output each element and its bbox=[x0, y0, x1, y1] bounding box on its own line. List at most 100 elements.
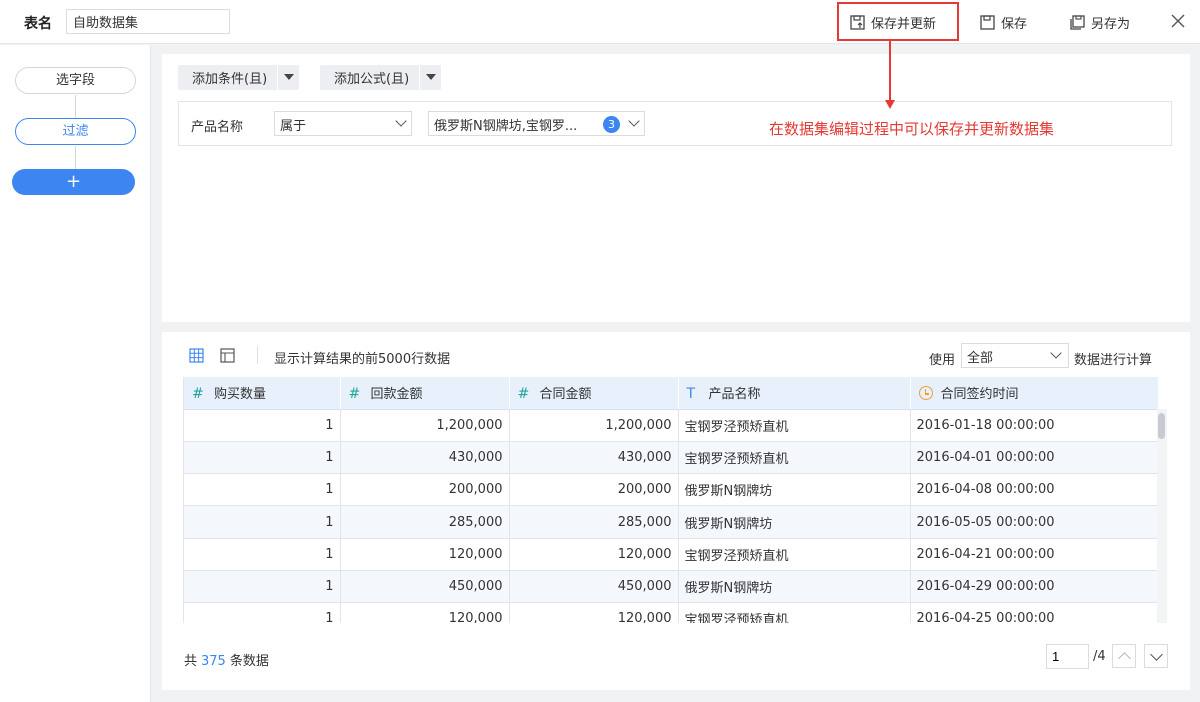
column-label: 回款金额 bbox=[370, 387, 423, 403]
table-cell: 120,000 bbox=[340, 538, 510, 571]
chevron-down-icon bbox=[628, 115, 640, 127]
add-formula-button[interactable]: 添加公式(且) bbox=[320, 65, 442, 90]
page-up-button[interactable] bbox=[1112, 644, 1136, 668]
layout-view-icon[interactable] bbox=[220, 348, 235, 363]
table-cell: 2016-04-29 00:00:00 bbox=[910, 570, 1159, 604]
table-header-row: # 购买数量 # 回款金额 # 合同金额 T 产品名称 合同签约时间 bbox=[184, 377, 1159, 410]
add-formula-label: 添加公式(且) bbox=[334, 72, 410, 87]
save-as-button[interactable]: 另存为 bbox=[1070, 12, 1130, 32]
save-label: 保存 bbox=[1001, 16, 1028, 32]
table-cell: 285,000 bbox=[509, 505, 679, 539]
table-cell: 285,000 bbox=[340, 505, 510, 539]
total-prefix: 共 bbox=[184, 654, 198, 669]
table-name-label: 表名 bbox=[24, 16, 52, 32]
table-cell: 1 bbox=[184, 473, 341, 507]
save-as-icon bbox=[1070, 14, 1085, 30]
highlight-box bbox=[837, 2, 959, 41]
table-cell: 2016-05-05 00:00:00 bbox=[910, 505, 1159, 539]
table-row: 1 120,000 120,000 宝钢罗泾预矫直机 2016-04-25 00:00:… bbox=[184, 602, 1159, 623]
annotation-text: 在数据集编辑过程中可以保存并更新数据集 bbox=[769, 120, 1055, 138]
data-preview-panel: 显示计算结果的前5000行数据 使用 全部 数据进行计算 # 购买数量 # 回款金额… bbox=[162, 332, 1190, 690]
data-grid: # 购买数量 # 回款金额 # 合同金额 T 产品名称 合同签约时间 1 1,200,00… bbox=[183, 377, 1168, 623]
table-cell: 2016-04-08 00:00:00 bbox=[910, 473, 1159, 507]
column-header[interactable]: # 合同金额 bbox=[509, 377, 679, 410]
step-sidebar: 选字段 过滤 + bbox=[0, 45, 151, 702]
table-cell: 430,000 bbox=[340, 441, 510, 475]
column-header[interactable]: 合同签约时间 bbox=[910, 377, 1159, 410]
condition-field-name: 产品名称 bbox=[191, 120, 244, 135]
column-header[interactable]: T 产品名称 bbox=[678, 377, 911, 410]
table-cell: 1 bbox=[184, 538, 341, 571]
page-down-button[interactable] bbox=[1144, 644, 1168, 668]
add-step-button[interactable]: + bbox=[12, 169, 135, 195]
table-cell: 1 bbox=[184, 409, 341, 442]
table-row: 1 430,000 430,000 宝钢罗泾预矫直机 2016-04-01 00:00:… bbox=[184, 441, 1159, 475]
table-cell: 120,000 bbox=[340, 602, 510, 623]
top-bar: 表名 保存并更新 保存 另存为 bbox=[0, 0, 1200, 44]
data-scope-value: 全部 bbox=[967, 351, 994, 366]
total-suffix: 条数据 bbox=[229, 654, 269, 669]
column-header[interactable]: # 购买数量 bbox=[184, 377, 341, 410]
text-type-icon: T bbox=[686, 386, 696, 403]
chevron-down-icon bbox=[395, 115, 407, 127]
table-cell: 俄罗斯N钢牌坊 bbox=[678, 505, 911, 539]
column-header[interactable]: # 回款金额 bbox=[340, 377, 510, 410]
total-count: 共 375 条数据 bbox=[184, 650, 269, 669]
add-condition-label: 添加条件(且) bbox=[192, 72, 268, 87]
table-cell: 2016-04-01 00:00:00 bbox=[910, 441, 1159, 475]
table-cell: 俄罗斯N钢牌坊 bbox=[678, 570, 911, 604]
annotation-arrow bbox=[889, 41, 891, 104]
table-row: 1 450,000 450,000 俄罗斯N钢牌坊 2016-04-29 00:00:0… bbox=[184, 570, 1159, 604]
caret-down-icon[interactable] bbox=[277, 65, 299, 90]
column-label: 购买数量 bbox=[214, 387, 267, 403]
step-connector bbox=[75, 146, 76, 169]
page-number-input[interactable] bbox=[1046, 644, 1089, 669]
operator-select[interactable]: 属于 bbox=[274, 111, 412, 136]
table-cell: 宝钢罗泾预矫直机 bbox=[678, 602, 911, 623]
divider bbox=[257, 346, 258, 364]
close-icon[interactable] bbox=[1168, 11, 1188, 31]
step-select-fields[interactable]: 选字段 bbox=[15, 67, 136, 94]
page-total: /4 bbox=[1093, 649, 1106, 664]
number-type-icon: # bbox=[192, 386, 204, 403]
values-text: 俄罗斯N钢牌坊,宝钢罗... bbox=[434, 119, 578, 134]
save-icon bbox=[980, 14, 995, 30]
values-count-badge: 3 bbox=[603, 116, 620, 133]
vertical-scrollbar[interactable] bbox=[1157, 409, 1167, 623]
grid-view-icon[interactable] bbox=[189, 348, 204, 363]
column-label: 合同签约时间 bbox=[940, 387, 1019, 403]
total-number: 375 bbox=[201, 654, 226, 669]
add-condition-button[interactable]: 添加条件(且) bbox=[178, 65, 300, 90]
table-row: 1 1,200,000 1,200,000 宝钢罗泾预矫直机 2016-01-18 00… bbox=[184, 409, 1159, 442]
values-select[interactable]: 俄罗斯N钢牌坊,宝钢罗... 3 bbox=[428, 111, 645, 136]
filter-panel: 添加条件(且) 添加公式(且) 产品名称 属于 俄罗斯N钢牌坊,宝钢罗... 3… bbox=[162, 54, 1190, 322]
save-button[interactable]: 保存 bbox=[980, 12, 1027, 32]
use-label: 使用 bbox=[929, 353, 956, 368]
scrollbar-thumb[interactable] bbox=[1158, 413, 1165, 439]
annotation-arrow-head bbox=[885, 100, 895, 109]
number-type-icon: # bbox=[517, 386, 530, 403]
table-cell: 430,000 bbox=[509, 441, 679, 475]
data-scope-select[interactable]: 全部 bbox=[961, 343, 1069, 368]
table-name-input[interactable] bbox=[66, 9, 230, 34]
data-table: # 购买数量 # 回款金额 # 合同金额 T 产品名称 合同签约时间 1 1,200,00… bbox=[184, 377, 1159, 623]
number-type-icon: # bbox=[348, 386, 361, 403]
table-row: 1 285,000 285,000 俄罗斯N钢牌坊 2016-05-05 00:00:0… bbox=[184, 505, 1159, 539]
table-cell: 1 bbox=[184, 570, 341, 604]
table-cell: 2016-01-18 00:00:00 bbox=[910, 409, 1159, 442]
caret-down-icon[interactable] bbox=[419, 65, 441, 90]
table-cell: 120,000 bbox=[509, 602, 679, 623]
table-cell: 1,200,000 bbox=[509, 409, 679, 442]
table-cell: 1,200,000 bbox=[340, 409, 510, 442]
table-cell: 2016-04-25 00:00:00 bbox=[910, 602, 1159, 623]
table-row: 1 120,000 120,000 宝钢罗泾预矫直机 2016-04-21 00:00:… bbox=[184, 538, 1159, 571]
step-filter[interactable]: 过滤 bbox=[15, 118, 136, 145]
step-connector bbox=[75, 95, 76, 118]
table-cell: 120,000 bbox=[509, 538, 679, 571]
table-cell: 1 bbox=[184, 505, 341, 539]
save-as-label: 另存为 bbox=[1091, 16, 1131, 32]
table-cell: 1 bbox=[184, 441, 341, 475]
column-label: 合同金额 bbox=[539, 387, 592, 403]
table-cell: 宝钢罗泾预矫直机 bbox=[678, 441, 911, 475]
clock-icon bbox=[918, 386, 933, 401]
